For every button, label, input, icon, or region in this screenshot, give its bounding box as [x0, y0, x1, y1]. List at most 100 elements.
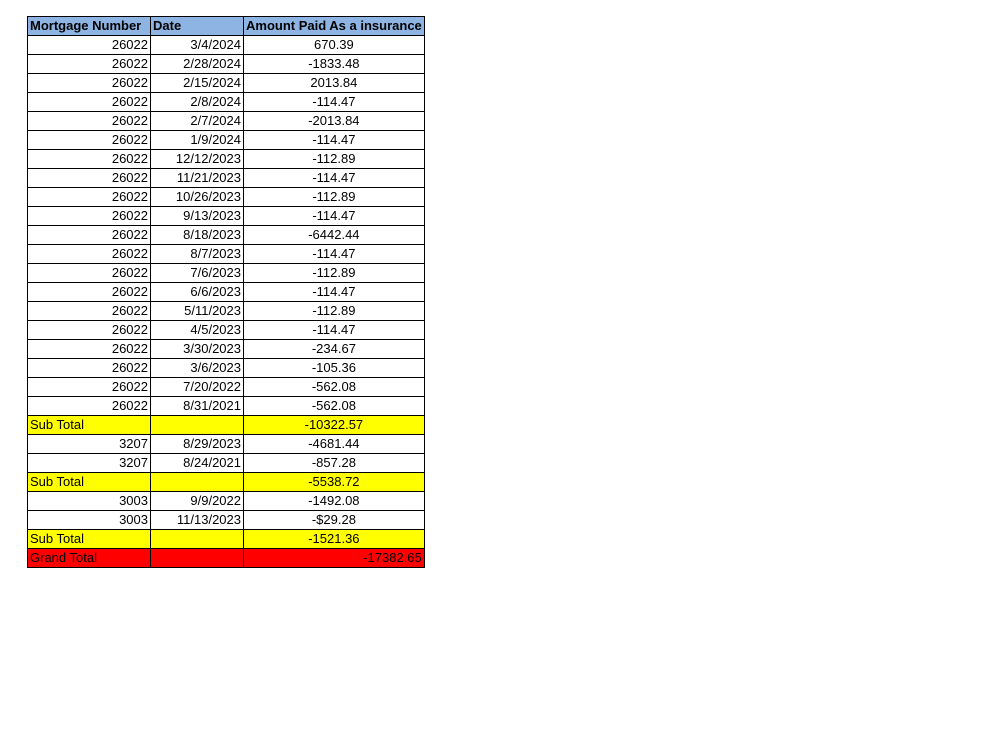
amount-cell[interactable]: -562.08 [243, 396, 425, 416]
mortgage-number-cell[interactable]: 26022 [27, 301, 151, 321]
amount-cell[interactable]: -114.47 [243, 130, 425, 150]
mortgage-number-cell[interactable]: 26022 [27, 263, 151, 283]
mortgage-number-cell[interactable]: 26022 [27, 130, 151, 150]
date-cell[interactable]: 8/29/2023 [150, 434, 244, 454]
table-row: 3003 11/13/2023 -$29.28 [27, 510, 425, 530]
date-cell[interactable]: 2/8/2024 [150, 92, 244, 112]
subtotal-amount-cell[interactable]: -5538.72 [243, 472, 425, 492]
mortgage-number-cell[interactable]: 3003 [27, 510, 151, 530]
date-cell[interactable]: 12/12/2023 [150, 149, 244, 169]
subtotal-empty-cell[interactable] [150, 529, 244, 549]
date-cell[interactable]: 2/28/2024 [150, 54, 244, 74]
amount-cell[interactable]: -112.89 [243, 263, 425, 283]
grand-total-row: Grand Total -17382.65 [27, 548, 425, 568]
mortgage-number-cell[interactable]: 26022 [27, 244, 151, 264]
amount-cell[interactable]: -114.47 [243, 244, 425, 264]
date-cell[interactable]: 3/6/2023 [150, 358, 244, 378]
mortgage-number-cell[interactable]: 26022 [27, 396, 151, 416]
subtotal-label-cell[interactable]: Sub Total [27, 529, 151, 549]
table-row: 26022 6/6/2023 -114.47 [27, 282, 425, 302]
mortgage-number-cell[interactable]: 26022 [27, 320, 151, 340]
header-date[interactable]: Date [150, 16, 244, 36]
table-row: 26022 8/31/2021 -562.08 [27, 396, 425, 416]
date-cell[interactable]: 1/9/2024 [150, 130, 244, 150]
date-cell[interactable]: 3/4/2024 [150, 35, 244, 55]
mortgage-number-cell[interactable]: 26022 [27, 206, 151, 226]
amount-cell[interactable]: -2013.84 [243, 111, 425, 131]
amount-cell[interactable]: -112.89 [243, 149, 425, 169]
amount-cell[interactable]: -562.08 [243, 377, 425, 397]
amount-cell[interactable]: -114.47 [243, 282, 425, 302]
grand-total-empty-cell[interactable] [150, 548, 244, 568]
table-row: 26022 1/9/2024 -114.47 [27, 130, 425, 150]
date-cell[interactable]: 7/20/2022 [150, 377, 244, 397]
subtotal-label-cell[interactable]: Sub Total [27, 472, 151, 492]
amount-cell[interactable]: -114.47 [243, 168, 425, 188]
date-cell[interactable]: 9/13/2023 [150, 206, 244, 226]
date-cell[interactable]: 2/15/2024 [150, 73, 244, 93]
date-cell[interactable]: 8/7/2023 [150, 244, 244, 264]
table-row: 26022 3/6/2023 -105.36 [27, 358, 425, 378]
table-row: 26022 12/12/2023 -112.89 [27, 149, 425, 169]
subtotal-empty-cell[interactable] [150, 472, 244, 492]
date-cell[interactable]: 7/6/2023 [150, 263, 244, 283]
date-cell[interactable]: 8/18/2023 [150, 225, 244, 245]
amount-cell[interactable]: -$29.28 [243, 510, 425, 530]
subtotal-row: Sub Total -5538.72 [27, 472, 425, 492]
mortgage-number-cell[interactable]: 3003 [27, 491, 151, 511]
amount-cell[interactable]: -1833.48 [243, 54, 425, 74]
mortgage-number-cell[interactable]: 26022 [27, 92, 151, 112]
date-cell[interactable]: 8/31/2021 [150, 396, 244, 416]
mortgage-number-cell[interactable]: 3207 [27, 434, 151, 454]
amount-cell[interactable]: -4681.44 [243, 434, 425, 454]
amount-cell[interactable]: 2013.84 [243, 73, 425, 93]
mortgage-number-cell[interactable]: 26022 [27, 168, 151, 188]
date-cell[interactable]: 4/5/2023 [150, 320, 244, 340]
insurance-payments-table: Mortgage Number Date Amount Paid As a in… [27, 16, 425, 568]
date-cell[interactable]: 2/7/2024 [150, 111, 244, 131]
table-row: 26022 2/15/2024 2013.84 [27, 73, 425, 93]
mortgage-number-cell[interactable]: 26022 [27, 225, 151, 245]
subtotal-amount-cell[interactable]: -1521.36 [243, 529, 425, 549]
amount-cell[interactable]: -234.67 [243, 339, 425, 359]
mortgage-number-cell[interactable]: 26022 [27, 149, 151, 169]
grand-total-amount-cell[interactable]: -17382.65 [243, 548, 425, 568]
mortgage-number-cell[interactable]: 26022 [27, 339, 151, 359]
mortgage-number-cell[interactable]: 26022 [27, 54, 151, 74]
date-cell[interactable]: 5/11/2023 [150, 301, 244, 321]
mortgage-number-cell[interactable]: 26022 [27, 377, 151, 397]
date-cell[interactable]: 6/6/2023 [150, 282, 244, 302]
amount-cell[interactable]: -6442.44 [243, 225, 425, 245]
amount-cell[interactable]: -857.28 [243, 453, 425, 473]
amount-cell[interactable]: -105.36 [243, 358, 425, 378]
subtotal-amount-cell[interactable]: -10322.57 [243, 415, 425, 435]
mortgage-number-cell[interactable]: 26022 [27, 73, 151, 93]
amount-cell[interactable]: 670.39 [243, 35, 425, 55]
mortgage-number-cell[interactable]: 26022 [27, 358, 151, 378]
amount-cell[interactable]: -114.47 [243, 206, 425, 226]
date-cell[interactable]: 10/26/2023 [150, 187, 244, 207]
mortgage-number-cell[interactable]: 26022 [27, 35, 151, 55]
subtotal-label-cell[interactable]: Sub Total [27, 415, 151, 435]
date-cell[interactable]: 8/24/2021 [150, 453, 244, 473]
amount-cell[interactable]: -112.89 [243, 187, 425, 207]
grand-total-label-cell[interactable]: Grand Total [27, 548, 151, 568]
mortgage-number-cell[interactable]: 26022 [27, 282, 151, 302]
table-row: 26022 9/13/2023 -114.47 [27, 206, 425, 226]
date-cell[interactable]: 9/9/2022 [150, 491, 244, 511]
mortgage-number-cell[interactable]: 26022 [27, 111, 151, 131]
header-amount[interactable]: Amount Paid As a insurance [243, 16, 425, 36]
date-cell[interactable]: 11/21/2023 [150, 168, 244, 188]
subtotal-empty-cell[interactable] [150, 415, 244, 435]
header-mortgage-number[interactable]: Mortgage Number [27, 16, 151, 36]
date-cell[interactable]: 11/13/2023 [150, 510, 244, 530]
table-body: 26022 3/4/2024 670.39 26022 2/28/2024 -1833.4… [27, 35, 425, 568]
amount-cell[interactable]: -1492.08 [243, 491, 425, 511]
mortgage-number-cell[interactable]: 3207 [27, 453, 151, 473]
amount-cell[interactable]: -112.89 [243, 301, 425, 321]
amount-cell[interactable]: -114.47 [243, 92, 425, 112]
amount-cell[interactable]: -114.47 [243, 320, 425, 340]
mortgage-number-cell[interactable]: 26022 [27, 187, 151, 207]
table-row: 26022 4/5/2023 -114.47 [27, 320, 425, 340]
date-cell[interactable]: 3/30/2023 [150, 339, 244, 359]
